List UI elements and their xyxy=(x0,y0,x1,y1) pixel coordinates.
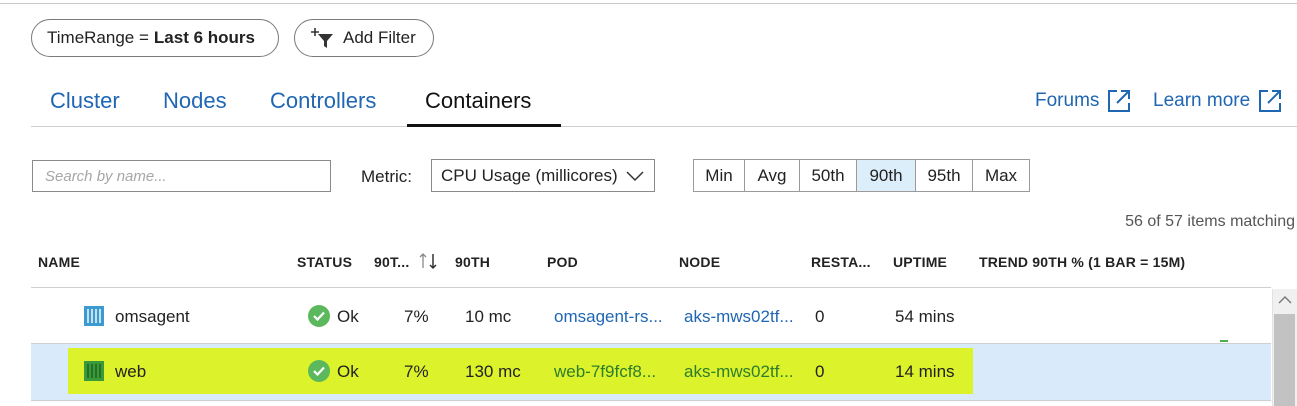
percent-value: 7% xyxy=(404,362,429,381)
container-icon xyxy=(84,361,104,381)
percentile-avg-button[interactable]: Avg xyxy=(745,160,800,191)
top-border xyxy=(0,3,1297,4)
restarts-value: 0 xyxy=(815,362,825,381)
status-text: Ok xyxy=(337,362,359,381)
node-link[interactable]: aks-mws02tf... xyxy=(684,362,794,382)
uptime-value: 14 mins xyxy=(895,362,955,381)
column-header-status[interactable]: STATUS xyxy=(297,254,352,270)
scrollbar-thumb[interactable] xyxy=(1274,314,1295,406)
status-text: Ok xyxy=(337,307,359,326)
metric-label: Metric: xyxy=(361,167,412,186)
percentile-50th-button[interactable]: 50th xyxy=(800,160,857,191)
pod-link[interactable]: omsagent-rs... xyxy=(554,307,663,327)
tab-containers[interactable]: Containers xyxy=(425,88,531,114)
column-header-90th-percent[interactable]: 90T... xyxy=(374,254,409,270)
column-header-node[interactable]: NODE xyxy=(679,254,720,270)
node-link[interactable]: aks-mws02tf... xyxy=(684,307,794,327)
percentile-max-button[interactable]: Max xyxy=(973,160,1029,191)
tabs-divider xyxy=(31,126,1297,127)
metric-value: CPU Usage (millicores) xyxy=(441,165,618,185)
container-icon xyxy=(84,306,104,326)
learn-more-label: Learn more xyxy=(1153,90,1251,111)
restarts-value: 0 xyxy=(815,307,825,326)
container-name[interactable]: web xyxy=(115,362,146,382)
tab-cluster[interactable]: Cluster xyxy=(50,88,120,114)
tab-controllers[interactable]: Controllers xyxy=(270,88,376,114)
learn-more-link[interactable]: Learn more xyxy=(1153,89,1282,113)
add-filter-label: Add Filter xyxy=(343,28,416,47)
percentile-95th-button[interactable]: 95th xyxy=(916,160,973,191)
row-divider xyxy=(31,400,1271,401)
column-header-trend[interactable]: TREND 90TH % (1 BAR = 15M) xyxy=(979,254,1185,270)
column-header-uptime[interactable]: UPTIME xyxy=(893,254,947,270)
forums-label: Forums xyxy=(1035,90,1100,111)
items-matching-count: 56 of 57 items matching xyxy=(1125,213,1295,230)
metric-value-cell: 130 mc xyxy=(465,362,521,381)
metric-value-cell: 10 mc xyxy=(465,307,512,326)
search-input[interactable] xyxy=(32,160,331,192)
add-filter-icon xyxy=(307,25,337,51)
trend-bar xyxy=(1220,340,1228,342)
percentile-selector: Min Avg 50th 90th 95th Max xyxy=(693,159,1030,192)
percent-value: 7% xyxy=(404,307,429,326)
add-filter-button[interactable]: Add Filter xyxy=(294,19,434,57)
column-header-restarts[interactable]: RESTA... xyxy=(811,254,871,270)
time-range-filter-pill[interactable]: TimeRange = Last 6 hours xyxy=(31,19,279,57)
pod-link[interactable]: web-7f9fcf8... xyxy=(554,362,656,382)
external-link-icon xyxy=(1108,90,1131,112)
forums-link[interactable]: Forums xyxy=(1035,89,1131,113)
uptime-value: 54 mins xyxy=(895,307,955,326)
row-divider xyxy=(31,343,1271,344)
chevron-up-icon xyxy=(1278,296,1291,304)
percentile-min-button[interactable]: Min xyxy=(694,160,745,191)
scroll-up-button[interactable] xyxy=(1272,289,1297,311)
time-range-key: TimeRange = xyxy=(47,28,149,47)
percentile-90th-button[interactable]: 90th xyxy=(857,160,916,191)
external-link-icon xyxy=(1259,90,1282,112)
metric-dropdown[interactable]: CPU Usage (millicores) xyxy=(431,159,655,192)
active-tab-indicator xyxy=(407,124,561,127)
chevron-down-icon xyxy=(626,171,644,182)
container-name[interactable]: omsagent xyxy=(115,307,190,327)
column-header-name[interactable]: NAME xyxy=(38,254,80,270)
time-range-value: Last 6 hours xyxy=(153,28,255,47)
ok-check-icon xyxy=(308,360,330,382)
tab-nodes[interactable]: Nodes xyxy=(163,88,227,114)
column-header-pod[interactable]: POD xyxy=(547,254,578,270)
sort-arrows-icon[interactable] xyxy=(418,252,440,270)
column-header-90th[interactable]: 90TH xyxy=(455,254,490,270)
ok-check-icon xyxy=(308,305,330,327)
